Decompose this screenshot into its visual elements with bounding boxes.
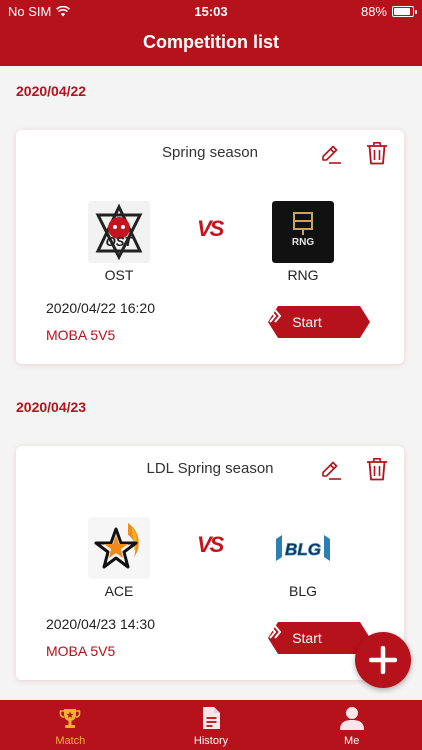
trash-icon[interactable]	[366, 457, 388, 481]
document-icon	[203, 707, 220, 729]
edit-icon[interactable]	[318, 458, 342, 482]
status-time: 15:03	[194, 4, 228, 19]
team-logo-ost: OST	[88, 201, 150, 263]
svg-text:BLG: BLG	[285, 540, 321, 559]
battery-icon	[392, 6, 417, 17]
team-logo-blg: BLG	[272, 517, 334, 579]
date-header: 2020/04/23	[16, 399, 87, 415]
trash-icon[interactable]	[366, 141, 388, 165]
start-button[interactable]: Start	[268, 622, 370, 654]
status-bar: No SIM 15:03 88%	[0, 0, 422, 22]
match-card[interactable]: Spring season OST VS RNG OST RNG 2020/04…	[16, 130, 404, 364]
double-chevron-right-icon	[269, 625, 282, 639]
team-name-right: RNG	[287, 267, 319, 283]
team-name-right: BLG	[288, 583, 317, 599]
team-name-left: OST	[104, 267, 134, 283]
match-title: Spring season	[162, 144, 258, 161]
match-type: MOBA 5V5	[46, 643, 116, 659]
vs-label: VS	[197, 532, 224, 557]
double-chevron-right-icon	[269, 309, 282, 323]
match-card[interactable]: LDL Spring season VS BLG ACE BLG 2020/04…	[16, 446, 404, 680]
trophy-icon	[60, 709, 81, 728]
plus-icon	[369, 646, 397, 674]
battery-percent: 88%	[360, 4, 387, 19]
team-logo-ace	[88, 517, 150, 579]
tab-me[interactable]: Me	[281, 700, 422, 750]
team-logo-rng: RNG	[272, 201, 334, 263]
person-icon	[339, 707, 364, 730]
tab-bar: Match History Me	[0, 700, 422, 750]
page-title: Competition list	[143, 32, 279, 52]
date-header: 2020/04/22	[16, 83, 87, 99]
team-name-left: ACE	[104, 583, 134, 599]
tab-label-me: Me	[344, 735, 360, 747]
tab-label-match: Match	[55, 735, 86, 747]
match-time: 2020/04/22 16:20	[46, 300, 155, 316]
start-button[interactable]: Start	[268, 306, 370, 338]
add-match-button[interactable]	[355, 632, 411, 688]
svg-text:RNG: RNG	[292, 237, 314, 248]
match-time: 2020/04/23 14:30	[46, 616, 155, 632]
svg-text:OST: OST	[106, 234, 134, 249]
tab-label-history: History	[193, 735, 229, 747]
tab-match[interactable]: Match	[0, 700, 141, 750]
vs-label: VS	[197, 216, 224, 241]
match-type: MOBA 5V5	[46, 327, 116, 343]
match-title: LDL Spring season	[146, 460, 274, 477]
edit-icon[interactable]	[318, 142, 342, 166]
app-header: No SIM 15:03 88% Competition list	[0, 0, 422, 66]
tab-history[interactable]: History	[141, 700, 282, 750]
